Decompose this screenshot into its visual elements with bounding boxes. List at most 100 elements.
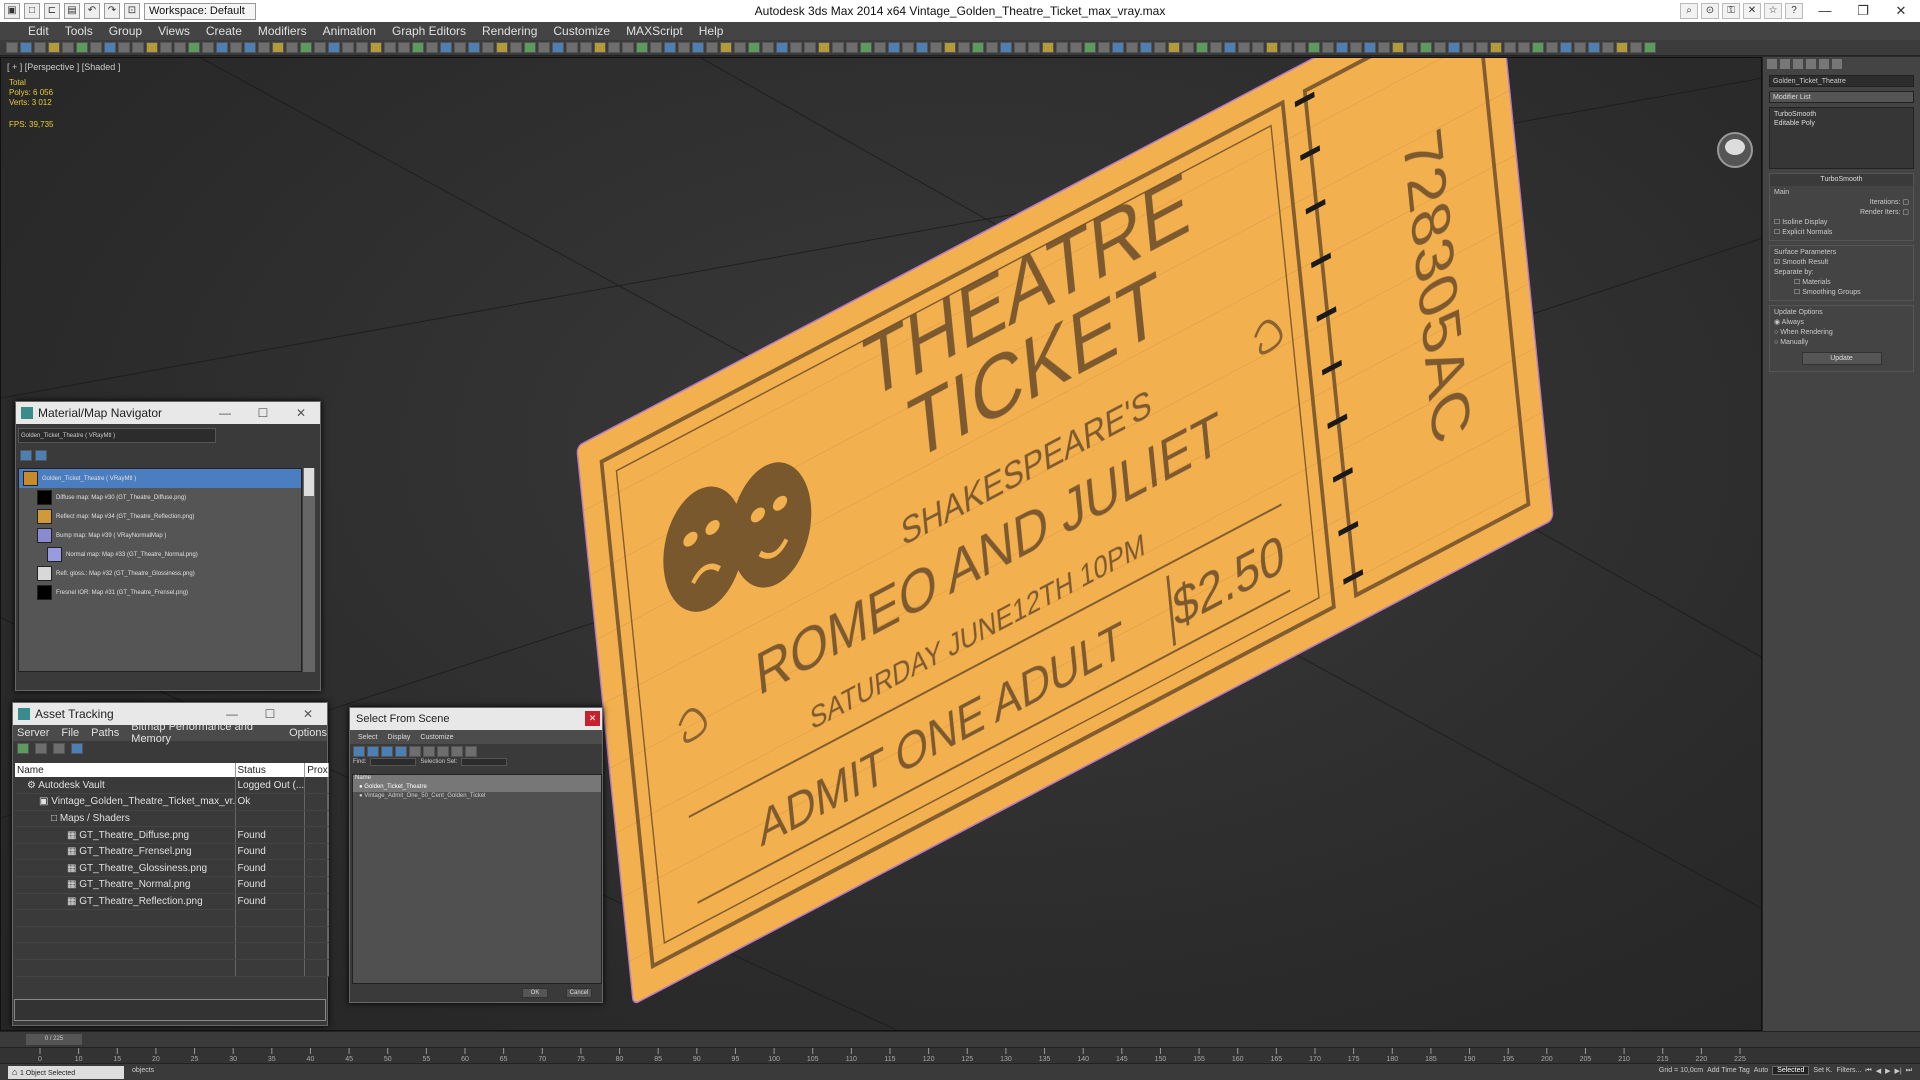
maximize-icon[interactable]: ☐ bbox=[251, 703, 289, 725]
toolbar-tool-icon[interactable] bbox=[972, 42, 984, 53]
menu-graph-editors[interactable]: Graph Editors bbox=[392, 24, 466, 38]
close-icon[interactable]: ✕ bbox=[282, 402, 320, 424]
toolbar-tool-icon[interactable] bbox=[692, 42, 704, 53]
toolbar-tool-icon[interactable] bbox=[496, 42, 508, 53]
undo-icon[interactable]: ↶ bbox=[84, 3, 100, 19]
toolbar-tool-icon[interactable] bbox=[398, 42, 410, 53]
list-item[interactable]: ● Vintage_Admit_One_50_Cent_Golden_Ticke… bbox=[353, 792, 601, 801]
toolbar-tool-icon[interactable] bbox=[1490, 42, 1502, 53]
list-header[interactable]: Name bbox=[353, 775, 601, 783]
tree-item-bump[interactable]: Bump map: Map #39 ( VRayNormalMap ) bbox=[19, 526, 301, 545]
toolbar-tool-icon[interactable] bbox=[944, 42, 956, 53]
toolbar-tool-icon[interactable] bbox=[76, 42, 88, 53]
minimize-icon[interactable]: — bbox=[1806, 0, 1844, 22]
tree-item-reflect[interactable]: Reflect map: Map #34 (GT_Theatre_Reflect… bbox=[19, 507, 301, 526]
toolbar-tool-icon[interactable] bbox=[160, 42, 172, 53]
filter-cameras-icon[interactable] bbox=[395, 746, 407, 757]
minimize-icon[interactable]: — bbox=[206, 402, 244, 424]
toolbar-tool-icon[interactable] bbox=[1126, 42, 1138, 53]
toolbar-tool-icon[interactable] bbox=[314, 42, 326, 53]
binoculars-icon[interactable]: ⊙ bbox=[1701, 3, 1719, 19]
key-icon[interactable]: ⚿ bbox=[1722, 3, 1740, 19]
toolbar-tool-icon[interactable] bbox=[1070, 42, 1082, 53]
toolbar-tool-icon[interactable] bbox=[1518, 42, 1530, 53]
track-bar[interactable]: 0 10 15 20 25 30 35 40 45 50 55 60 65 70 75 80 85 90 95 100… bbox=[0, 1047, 1920, 1063]
play-icon[interactable]: ▶ bbox=[1885, 1067, 1890, 1075]
toolbar-tool-icon[interactable] bbox=[1084, 42, 1096, 53]
key-filters-button[interactable]: Filters... bbox=[1837, 1067, 1862, 1074]
toolbar-tool-icon[interactable] bbox=[874, 42, 886, 53]
toolbar-tool-icon[interactable] bbox=[1476, 42, 1488, 53]
toolbar-tool-icon[interactable] bbox=[132, 42, 144, 53]
workspace-dropdown[interactable]: Workspace: Default bbox=[144, 2, 256, 20]
toolbar-tool-icon[interactable] bbox=[902, 42, 914, 53]
tree-item-diffuse[interactable]: Diffuse map: Map #30 (GT_Theatre_Diffuse… bbox=[19, 488, 301, 507]
table-row[interactable]: ▦ GT_Theatre_Frensel.png Found bbox=[15, 843, 329, 861]
manually-radio[interactable]: ○ Manually bbox=[1774, 338, 1909, 348]
toolbar-tool-icon[interactable] bbox=[1252, 42, 1264, 53]
modifier-list-dropdown[interactable]: Modifier List bbox=[1769, 91, 1914, 103]
toolbar-tool-icon[interactable] bbox=[356, 42, 368, 53]
infocenter-search-icon[interactable]: ⌕ bbox=[1680, 3, 1698, 19]
viewcube-icon[interactable] bbox=[1717, 132, 1753, 168]
tree-item-fresnel[interactable]: Fresnel IOR: Map #31 (GT_Theatre_Frensel… bbox=[19, 583, 301, 602]
maxscript-listener-field[interactable]: ⌂ 1 Object Selected bbox=[8, 1066, 124, 1079]
menu-select[interactable]: Select bbox=[358, 734, 377, 741]
toolbar-tool-icon[interactable] bbox=[734, 42, 746, 53]
toolbar-tool-icon[interactable] bbox=[608, 42, 620, 53]
toolbar-tool-icon[interactable] bbox=[174, 42, 186, 53]
motion-tab-icon[interactable] bbox=[1806, 59, 1816, 69]
toolbar-tool-icon[interactable] bbox=[440, 42, 452, 53]
prev-frame-icon[interactable]: ◀ bbox=[1876, 1067, 1881, 1075]
select-all-icon[interactable] bbox=[437, 746, 449, 757]
select-none-icon[interactable] bbox=[451, 746, 463, 757]
toolbar-tool-icon[interactable] bbox=[986, 42, 998, 53]
menu-edit[interactable]: Edit bbox=[28, 24, 49, 38]
toolbar-tool-icon[interactable] bbox=[1238, 42, 1250, 53]
toolbar-tool-icon[interactable] bbox=[1406, 42, 1418, 53]
close-icon[interactable]: ✕ bbox=[585, 711, 600, 726]
toolbar-tool-icon[interactable] bbox=[748, 42, 760, 53]
hierarchy-tab-icon[interactable] bbox=[1793, 59, 1803, 69]
toolbar-tool-icon[interactable] bbox=[6, 42, 18, 53]
toolbar-tool-icon[interactable] bbox=[20, 42, 32, 53]
toolbar-tool-icon[interactable] bbox=[146, 42, 158, 53]
toolbar-tool-icon[interactable] bbox=[1350, 42, 1362, 53]
star-icon[interactable]: ☆ bbox=[1764, 3, 1782, 19]
toolbar-tool-icon[interactable] bbox=[1322, 42, 1334, 53]
toolbar-tool-icon[interactable] bbox=[1042, 42, 1054, 53]
toolbar-tool-icon[interactable] bbox=[1392, 42, 1404, 53]
help-icon[interactable]: ? bbox=[1785, 3, 1803, 19]
update-button[interactable]: Update bbox=[1801, 352, 1882, 365]
toolbar-tool-icon[interactable] bbox=[846, 42, 858, 53]
menu-options[interactable]: Options bbox=[289, 727, 327, 739]
table-view-icon[interactable] bbox=[53, 742, 65, 754]
when-rendering-radio[interactable]: ○ When Rendering bbox=[1774, 328, 1909, 338]
toolbar-tool-icon[interactable] bbox=[1644, 42, 1656, 53]
toolbar-tool-icon[interactable] bbox=[412, 42, 424, 53]
toolbar-tool-icon[interactable] bbox=[1014, 42, 1026, 53]
column-name[interactable]: Name bbox=[15, 763, 236, 777]
rollout-title[interactable]: TurboSmooth bbox=[1770, 174, 1913, 186]
minimize-icon[interactable]: — bbox=[213, 703, 251, 725]
menu-help[interactable]: Help bbox=[699, 24, 724, 38]
toolbar-tool-icon[interactable] bbox=[720, 42, 732, 53]
time-slider-track[interactable]: 0 / 225 bbox=[0, 1031, 1920, 1047]
iterations-spinner[interactable]: Iterations: ▢ bbox=[1774, 198, 1909, 208]
menu-customize[interactable]: Customize bbox=[553, 24, 610, 38]
menu-views[interactable]: Views bbox=[158, 24, 190, 38]
tools-icon[interactable]: ✕ bbox=[1743, 3, 1761, 19]
menu-maxscript[interactable]: MAXScript bbox=[626, 24, 683, 38]
toolbar-tool-icon[interactable] bbox=[384, 42, 396, 53]
select-scene-titlebar[interactable]: Select From Scene ✕ bbox=[350, 708, 602, 730]
filter-lights-icon[interactable] bbox=[381, 746, 393, 757]
close-icon[interactable]: ✕ bbox=[289, 703, 327, 725]
toolbar-tool-icon[interactable] bbox=[1448, 42, 1460, 53]
toolbar-tool-icon[interactable] bbox=[790, 42, 802, 53]
view-list-icon[interactable] bbox=[20, 450, 32, 461]
menu-modifiers[interactable]: Modifiers bbox=[258, 24, 307, 38]
redo-icon[interactable]: ↷ bbox=[104, 3, 120, 19]
toolbar-tool-icon[interactable] bbox=[1196, 42, 1208, 53]
table-row[interactable]: ⚙ Autodesk Vault Logged Out (... bbox=[15, 777, 329, 795]
toolbar-tool-icon[interactable] bbox=[622, 42, 634, 53]
